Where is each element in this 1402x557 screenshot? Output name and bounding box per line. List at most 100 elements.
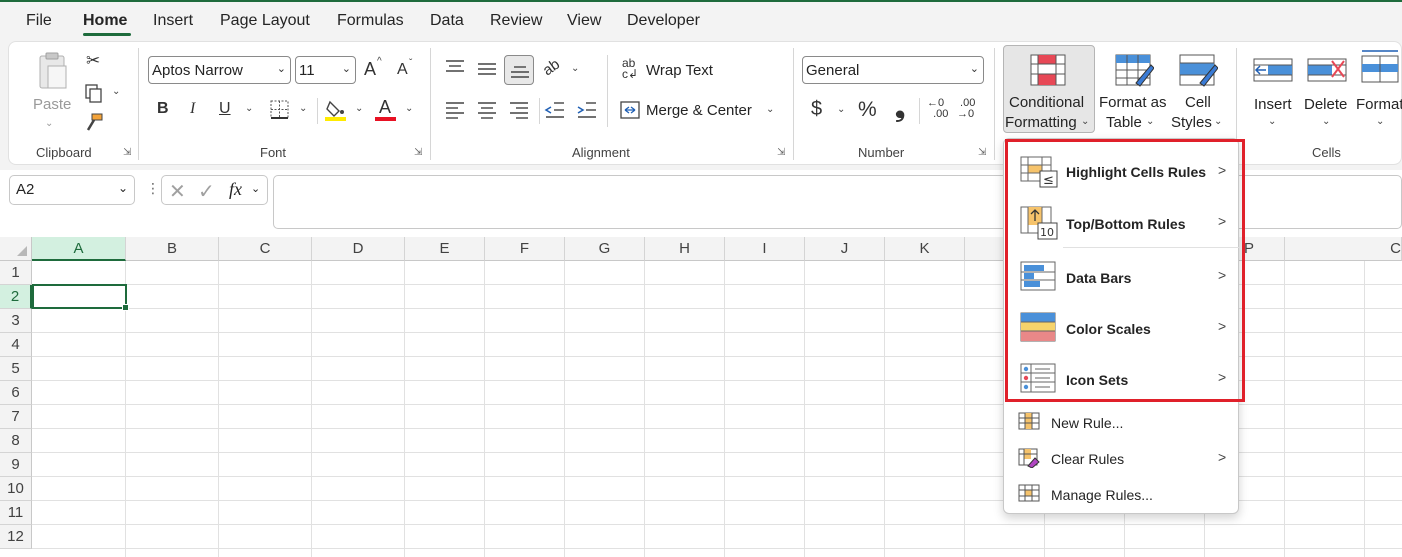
column-header[interactable]: I: [725, 237, 805, 261]
orientation-chevron-icon[interactable]: ⌄: [571, 63, 579, 74]
comma-style-icon[interactable]: ❟: [895, 94, 905, 120]
font-color-icon[interactable]: A: [379, 98, 391, 116]
delete-chevron-icon[interactable]: ⌄: [1322, 116, 1330, 127]
increase-indent-icon[interactable]: [576, 100, 598, 120]
insert-cells-button[interactable]: Insert: [1254, 96, 1292, 113]
paste-label[interactable]: Paste: [33, 96, 71, 113]
top-align-icon[interactable]: [444, 58, 466, 78]
tab-home[interactable]: Home: [83, 12, 127, 30]
insert-function-icon[interactable]: fx: [229, 179, 242, 200]
format-as-table-icon[interactable]: [1114, 53, 1154, 89]
row-header[interactable]: 5: [0, 357, 32, 381]
tab-view[interactable]: View: [567, 12, 601, 30]
bottom-align-button[interactable]: [504, 55, 534, 85]
column-header[interactable]: G: [565, 237, 645, 261]
column-header[interactable]: A: [32, 237, 126, 261]
align-right-icon[interactable]: [508, 100, 530, 120]
row-header[interactable]: 1: [0, 261, 32, 285]
alignment-launcher-icon[interactable]: ⇲: [777, 147, 785, 158]
row-header[interactable]: 4: [0, 333, 32, 357]
copy-icon[interactable]: [84, 83, 104, 103]
merge-center-icon[interactable]: [620, 100, 640, 120]
row-header[interactable]: 10: [0, 477, 32, 501]
wrap-text-icon[interactable]: ab c↲: [622, 57, 638, 80]
paste-chevron-icon[interactable]: ⌄: [45, 118, 53, 129]
row-header[interactable]: 9: [0, 453, 32, 477]
align-center-icon[interactable]: [476, 100, 498, 120]
column-header[interactable]: E: [405, 237, 485, 261]
format-as-table-label-2[interactable]: Table: [1106, 114, 1142, 131]
cell-styles-label-2[interactable]: Styles: [1171, 114, 1212, 131]
format-chevron-icon[interactable]: ⌄: [1376, 116, 1384, 127]
underline-button[interactable]: U: [219, 101, 231, 117]
row-header[interactable]: 12: [0, 525, 32, 549]
delete-cells-icon[interactable]: [1306, 53, 1348, 87]
wrap-text-button[interactable]: Wrap Text: [646, 62, 713, 79]
currency-icon[interactable]: $: [811, 99, 822, 119]
cancel-icon[interactable]: ✕: [169, 179, 186, 204]
active-cell[interactable]: [32, 284, 129, 311]
fill-color-icon[interactable]: [324, 98, 348, 122]
font-color-chevron-icon[interactable]: ⌄: [405, 103, 413, 114]
number-format-dropdown[interactable]: General ⌄: [802, 56, 984, 84]
cut-icon[interactable]: ✂: [86, 52, 100, 69]
tab-developer[interactable]: Developer: [627, 12, 700, 30]
column-header[interactable]: H: [645, 237, 725, 261]
tab-formulas[interactable]: Formulas: [337, 12, 404, 30]
increase-decimal-icon[interactable]: ←0 .00: [927, 98, 948, 120]
menu-item-new-rule[interactable]: New Rule...: [1004, 405, 1240, 439]
chevron-down-icon[interactable]: ⌄: [251, 182, 260, 195]
insert-cells-icon[interactable]: [1252, 53, 1294, 87]
grow-font-icon[interactable]: A: [364, 60, 376, 78]
column-header[interactable]: K: [885, 237, 965, 261]
copy-chevron-icon[interactable]: ⌄: [112, 86, 120, 97]
tab-insert[interactable]: Insert: [153, 12, 193, 30]
tab-file[interactable]: File: [26, 12, 52, 30]
bold-button[interactable]: B: [157, 101, 169, 117]
row-header[interactable]: 7: [0, 405, 32, 429]
column-header[interactable]: D: [312, 237, 405, 261]
fat-chevron-icon[interactable]: ⌄: [1146, 116, 1154, 127]
column-header[interactable]: F: [485, 237, 565, 261]
paste-icon[interactable]: [34, 52, 70, 92]
column-header[interactable]: C: [1285, 237, 1402, 261]
tab-data[interactable]: Data: [430, 12, 464, 30]
decrease-indent-icon[interactable]: [544, 100, 566, 120]
merge-center-button[interactable]: Merge & Center: [646, 102, 752, 119]
merge-chevron-icon[interactable]: ⌄: [766, 104, 774, 115]
insert-chevron-icon[interactable]: ⌄: [1268, 116, 1276, 127]
number-launcher-icon[interactable]: ⇲: [978, 147, 986, 158]
name-box[interactable]: A2 ⌄: [9, 175, 135, 205]
font-size-dropdown[interactable]: 11 ⌄: [295, 56, 356, 84]
font-name-dropdown[interactable]: Aptos Narrow ⌄: [148, 56, 291, 84]
middle-align-icon[interactable]: [476, 60, 498, 80]
format-cells-icon[interactable]: [1360, 48, 1402, 88]
clipboard-launcher-icon[interactable]: ⇲: [123, 147, 131, 158]
cell-styles-label-1[interactable]: Cell: [1185, 94, 1211, 111]
row-header[interactable]: 6: [0, 381, 32, 405]
borders-chevron-icon[interactable]: ⌄: [299, 103, 307, 114]
column-header[interactable]: J: [805, 237, 885, 261]
decrease-decimal-icon[interactable]: .00 →0: [957, 98, 975, 120]
format-painter-icon[interactable]: [84, 112, 104, 132]
row-header[interactable]: 3: [0, 309, 32, 333]
tab-review[interactable]: Review: [490, 12, 542, 30]
menu-item-manage-rules[interactable]: Manage Rules...: [1004, 477, 1240, 511]
cs-chevron-icon[interactable]: ⌄: [1214, 116, 1222, 127]
shrink-font-icon[interactable]: A: [397, 62, 408, 78]
more-options-icon[interactable]: ⋮: [146, 180, 160, 197]
currency-chevron-icon[interactable]: ⌄: [837, 104, 845, 115]
column-header[interactable]: B: [126, 237, 219, 261]
borders-icon[interactable]: [269, 99, 291, 121]
italic-button[interactable]: I: [190, 101, 195, 117]
tab-page-layout[interactable]: Page Layout: [220, 12, 310, 30]
cell-styles-icon[interactable]: [1178, 53, 1218, 89]
fill-color-chevron-icon[interactable]: ⌄: [355, 103, 363, 114]
menu-item-clear-rules[interactable]: Clear Rules >: [1004, 441, 1240, 475]
row-header[interactable]: 2: [0, 285, 32, 309]
font-launcher-icon[interactable]: ⇲: [414, 147, 422, 158]
format-as-table-label-1[interactable]: Format as: [1099, 94, 1167, 111]
select-all-corner[interactable]: [0, 237, 32, 261]
row-header[interactable]: 11: [0, 501, 32, 525]
underline-chevron-icon[interactable]: ⌄: [245, 103, 253, 114]
